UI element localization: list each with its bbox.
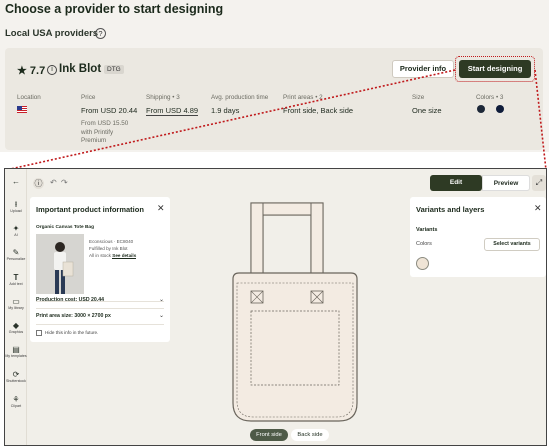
divider xyxy=(36,308,164,309)
provider-name: Ink Blot xyxy=(59,63,102,75)
color-swatch xyxy=(496,105,504,113)
template-icon: ▤ xyxy=(12,345,20,354)
rail-label: Clipart xyxy=(10,404,22,408)
divider xyxy=(36,324,164,325)
graphics-icon: ◆ xyxy=(12,321,20,330)
price-value: From USD 20.44 xyxy=(81,106,138,115)
production-time-value: 1.9 days xyxy=(211,106,240,115)
upload-icon: ⭱ xyxy=(14,200,18,209)
tab-preview[interactable]: Preview xyxy=(482,175,530,191)
size-value: One size xyxy=(412,106,442,115)
product-image xyxy=(36,234,84,294)
colors-label: Colors • 3 xyxy=(476,94,504,101)
info-icon[interactable]: ⓘ xyxy=(33,178,44,189)
redo-icon[interactable]: ↷ xyxy=(61,178,68,187)
personalize-icon: ✎ xyxy=(12,248,20,257)
rail-label: AI xyxy=(14,233,18,237)
premium-price-line: with Printify xyxy=(81,128,114,136)
tab-edit[interactable]: Edit xyxy=(430,175,482,191)
tote-strap-top xyxy=(262,202,312,216)
select-variants-button[interactable]: Select variants xyxy=(484,238,540,251)
rail-label: My library xyxy=(8,306,24,310)
print-method-badge: DTG xyxy=(104,65,124,74)
premium-price-note: From USD 15.50 with Printify Premium xyxy=(81,120,128,146)
product-meta: Econscious · EC8040 Fulfilled by Ink Blo… xyxy=(89,238,137,259)
design-editor: ← ⭱ Upload ✦ AI ✎ Personalize T Add text… xyxy=(4,168,547,446)
variants-label: Variants xyxy=(416,227,438,233)
section-subtitle: Local USA providers xyxy=(5,28,99,39)
rail-item-upload[interactable]: ⭱ Upload xyxy=(5,200,27,214)
selected-color-swatch[interactable] xyxy=(416,257,429,270)
print-areas-label: Print areas • 2 xyxy=(283,94,323,101)
hide-info-checkbox[interactable] xyxy=(36,330,42,336)
usa-flag-icon xyxy=(17,106,27,113)
product-name: Organic Canvas Tote Bag xyxy=(36,225,95,230)
sparkle-icon: ✦ xyxy=(12,224,20,233)
panel-title: Important product information xyxy=(36,205,144,214)
start-designing-button[interactable]: Start designing xyxy=(459,60,531,78)
close-icon[interactable]: ✕ xyxy=(534,203,542,214)
rail-label: Add text xyxy=(9,282,23,286)
product-meta-line: Fulfilled by Ink Blot xyxy=(89,246,128,251)
back-button[interactable]: ← xyxy=(5,177,27,186)
rail-item-graphics[interactable]: ◆ Graphics xyxy=(5,321,27,335)
tab-back-side[interactable]: Back side xyxy=(291,429,329,441)
rail-label: Shutterstock xyxy=(6,379,26,383)
folder-icon: ▭ xyxy=(12,297,20,306)
chevron-down-icon[interactable]: ⌄ xyxy=(159,312,164,319)
expand-icon[interactable]: ⤢ xyxy=(532,175,546,191)
size-label: Size xyxy=(412,94,425,101)
stock-status: All in stock xyxy=(89,253,111,258)
rail-item-clipart[interactable]: ⚘ Clipart xyxy=(5,395,27,409)
rail-label: My templates xyxy=(5,354,27,358)
undo-icon[interactable]: ↶ xyxy=(50,178,57,187)
clipart-icon: ⚘ xyxy=(12,395,20,404)
print-areas-value: Front side, Back side xyxy=(283,106,354,115)
chevron-down-icon[interactable]: ⌄ xyxy=(159,296,164,303)
tote-bag-canvas[interactable] xyxy=(225,199,365,429)
premium-price-line: Premium xyxy=(81,137,107,144)
location-label: Location xyxy=(17,94,41,101)
production-cost[interactable]: Production cost: USD 20.44 xyxy=(36,297,104,303)
rating-info-icon[interactable]: i xyxy=(47,65,57,75)
rail-item-ai[interactable]: ✦ AI xyxy=(5,224,27,238)
print-area-size[interactable]: Print area size: 3000 × 2700 px xyxy=(36,313,111,319)
price-label: Price xyxy=(81,94,96,101)
color-swatch xyxy=(477,105,485,113)
premium-price-line: From USD 15.50 xyxy=(81,120,129,127)
rail-item-add-text[interactable]: T Add text xyxy=(5,273,27,287)
shipping-label: Shipping • 3 xyxy=(146,94,180,101)
production-time-label: Avg. production time xyxy=(211,94,269,101)
provider-section: Choose a provider to start designing Loc… xyxy=(0,0,549,152)
tab-front-side[interactable]: Front side xyxy=(250,429,288,441)
panel-title: Variants and layers xyxy=(416,205,485,214)
provider-rating: ★ 7.7 xyxy=(17,65,46,77)
rail-item-shutterstock[interactable]: ⟳ Shutterstock xyxy=(5,370,27,384)
product-meta-line: Econscious · EC8040 xyxy=(89,239,134,244)
provider-info-button[interactable]: Provider info xyxy=(392,60,454,78)
shipping-value[interactable]: From USD 4.89 xyxy=(146,106,199,116)
rail-label: Personalize xyxy=(6,257,26,261)
shutterstock-icon: ⟳ xyxy=(12,370,20,379)
text-icon: T xyxy=(13,273,19,282)
rail-label: Upload xyxy=(10,209,22,213)
rail-item-my-templates[interactable]: ▤ My templates xyxy=(5,345,27,359)
rail-item-personalize[interactable]: ✎ Personalize xyxy=(5,248,27,262)
product-meta-line: All in stock See details xyxy=(89,252,137,259)
colors-label: Colors xyxy=(416,241,432,247)
close-icon[interactable]: ✕ xyxy=(157,203,165,214)
arrow-left-icon: ← xyxy=(12,177,20,186)
product-info-panel: Important product information ✕ Organic … xyxy=(30,197,170,342)
rail-item-my-library[interactable]: ▭ My library xyxy=(5,297,27,311)
variants-panel: Variants and layers ✕ Variants Colors Se… xyxy=(410,197,546,277)
help-icon[interactable]: ? xyxy=(95,28,106,39)
see-details-link[interactable]: See details xyxy=(112,253,137,259)
hide-info-label: Hide this info in the future. xyxy=(45,330,99,335)
page-title: Choose a provider to start designing xyxy=(5,2,224,16)
tool-rail: ← ⭱ Upload ✦ AI ✎ Personalize T Add text… xyxy=(5,169,27,445)
tote-body xyxy=(232,272,358,422)
rail-label: Graphics xyxy=(8,330,24,334)
